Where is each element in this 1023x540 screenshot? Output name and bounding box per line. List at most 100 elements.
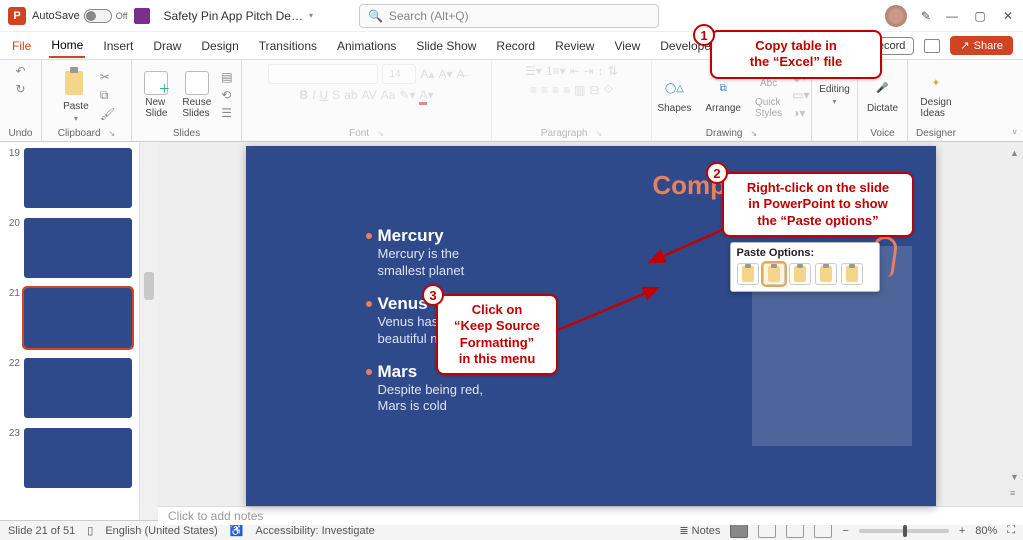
numbering-icon[interactable]: 1≡▾ <box>546 64 566 78</box>
thumb-scrollbar[interactable] <box>140 142 158 520</box>
paste-text-only[interactable] <box>841 263 863 285</box>
search-input[interactable]: 🔍 Search (Alt+Q) <box>359 4 659 28</box>
tab-file[interactable]: File <box>10 35 33 57</box>
chevron-down-icon[interactable]: ▾ <box>74 114 78 123</box>
align-left-icon[interactable]: ≡ <box>530 83 537 97</box>
undo-icon[interactable]: ↶ <box>15 64 25 78</box>
font-size-select[interactable]: 14 <box>382 64 416 84</box>
slide-thumb-23[interactable] <box>24 428 132 488</box>
case-icon[interactable]: Aa <box>381 88 396 102</box>
maximize-button[interactable]: ▢ <box>973 9 987 23</box>
toggle-switch[interactable] <box>84 9 112 23</box>
decrease-font-icon[interactable]: A▾ <box>438 67 452 81</box>
increase-font-icon[interactable]: A▴ <box>420 67 434 81</box>
align-text-icon[interactable]: ⊟ <box>589 83 599 97</box>
view-normal-icon[interactable] <box>730 524 748 538</box>
slide-counter[interactable]: Slide 21 of 51 <box>8 525 75 537</box>
reset-icon[interactable]: ⟲ <box>221 88 232 102</box>
chevron-down-icon[interactable]: ▾ <box>309 11 313 20</box>
tab-animations[interactable]: Animations <box>335 35 398 57</box>
view-reading-icon[interactable] <box>786 524 804 538</box>
arrange-button[interactable]: ⧉ Arrange <box>701 75 745 116</box>
clear-format-icon[interactable]: A̶ <box>457 67 465 81</box>
cut-icon[interactable]: ✂ <box>100 70 115 84</box>
slide-thumb-19[interactable] <box>24 148 132 208</box>
tab-slideshow[interactable]: Slide Show <box>414 35 478 57</box>
tab-record[interactable]: Record <box>494 35 537 57</box>
bullets-icon[interactable]: ☰▾ <box>525 64 542 78</box>
notes-placeholder[interactable]: Click to add notes <box>158 506 1023 525</box>
close-button[interactable]: ✕ <box>1001 9 1015 23</box>
underline-icon[interactable]: U <box>320 88 329 102</box>
italic-icon[interactable]: I <box>312 88 315 102</box>
slide-thumb-21[interactable] <box>24 288 132 348</box>
launcher-icon[interactable]: ↘ <box>109 129 116 138</box>
tab-insert[interactable]: Insert <box>101 35 135 57</box>
format-painter-icon[interactable]: 🖌 <box>100 107 115 121</box>
tab-transitions[interactable]: Transitions <box>257 35 319 57</box>
fit-to-window-icon[interactable]: ⛶ <box>1007 524 1015 537</box>
slide-thumb-22[interactable] <box>24 358 132 418</box>
tab-review[interactable]: Review <box>553 35 596 57</box>
zoom-slider[interactable] <box>859 529 949 533</box>
paste-keep-source-formatting[interactable] <box>763 263 785 285</box>
document-title[interactable]: Safety Pin App Pitch De… <box>164 9 303 23</box>
align-right-icon[interactable]: ≡ <box>552 83 559 97</box>
justify-icon[interactable]: ≡ <box>563 83 570 97</box>
zoom-in-icon[interactable]: + <box>959 525 965 537</box>
paste-button[interactable]: Paste ▾ <box>58 65 94 125</box>
font-family-select[interactable] <box>268 64 378 84</box>
design-ideas-button[interactable]: ✦Design Ideas <box>916 69 955 121</box>
bold-icon[interactable]: B <box>299 88 308 102</box>
pen-icon[interactable]: ✎ <box>921 9 931 23</box>
view-sorter-icon[interactable] <box>758 524 776 538</box>
avatar[interactable] <box>885 5 907 27</box>
launcher-icon[interactable]: ↘ <box>596 129 603 138</box>
zoom-level[interactable]: 80% <box>975 525 997 537</box>
shape-outline-icon[interactable]: ▭▾ <box>792 88 809 102</box>
shadow-icon[interactable]: ab <box>344 88 357 102</box>
collapse-ribbon-icon[interactable]: ˅ <box>1012 128 1017 137</box>
minimize-button[interactable]: — <box>945 9 959 23</box>
tab-design[interactable]: Design <box>199 35 240 57</box>
autosave-toggle[interactable]: AutoSave Off <box>32 9 128 23</box>
dictate-button[interactable]: 🎤Dictate <box>863 75 902 116</box>
layout-icon[interactable]: ▤ <box>221 70 232 84</box>
tab-draw[interactable]: Draw <box>151 35 183 57</box>
save-icon[interactable] <box>134 8 150 24</box>
font-color-icon[interactable]: A▾ <box>419 88 433 102</box>
notes-toggle[interactable]: ≣ Notes <box>679 524 720 537</box>
text-direction-icon[interactable]: ⇅ <box>608 64 618 78</box>
reuse-slides-button[interactable]: Reuse Slides <box>178 69 215 121</box>
comments-icon[interactable] <box>924 39 940 53</box>
align-center-icon[interactable]: ≡ <box>541 83 548 97</box>
indent-left-icon[interactable]: ⇤ <box>570 64 580 78</box>
paste-use-destination-theme[interactable] <box>737 263 759 285</box>
slide-thumb-20[interactable] <box>24 218 132 278</box>
share-button[interactable]: ↗Share <box>950 36 1013 55</box>
columns-icon[interactable]: ▥ <box>574 83 585 97</box>
paste-embed[interactable] <box>789 263 811 285</box>
smartart-icon[interactable]: ⟐ <box>603 82 612 97</box>
paste-picture[interactable] <box>815 263 837 285</box>
tab-view[interactable]: View <box>612 35 642 57</box>
zoom-out-icon[interactable]: − <box>842 525 848 537</box>
view-slideshow-icon[interactable] <box>814 524 832 538</box>
line-spacing-icon[interactable]: ↕ <box>598 64 604 78</box>
vertical-scrollbar[interactable]: ▲ ▼ ≡ <box>1007 142 1021 506</box>
copy-icon[interactable]: ⧉ <box>100 88 115 103</box>
launcher-icon[interactable]: ↘ <box>377 129 384 138</box>
new-slide-button[interactable]: ＋ New Slide <box>140 69 172 121</box>
indent-right-icon[interactable]: ⇥ <box>584 64 594 78</box>
section-icon[interactable]: ☰ <box>221 106 232 120</box>
tab-home[interactable]: Home <box>49 34 85 58</box>
shapes-button[interactable]: ◯△ Shapes <box>653 75 695 116</box>
shape-effects-icon[interactable]: ◑▾ <box>792 106 809 120</box>
spacing-icon[interactable]: AV <box>362 88 377 102</box>
editing-button[interactable]: Editing▾ <box>815 82 854 108</box>
language-status[interactable]: English (United States) <box>105 525 218 537</box>
redo-icon[interactable]: ↻ <box>15 82 25 96</box>
launcher-icon[interactable]: ↘ <box>750 129 757 138</box>
strike-icon[interactable]: S <box>332 88 340 102</box>
highlight-icon[interactable]: ✎▾ <box>399 88 415 102</box>
